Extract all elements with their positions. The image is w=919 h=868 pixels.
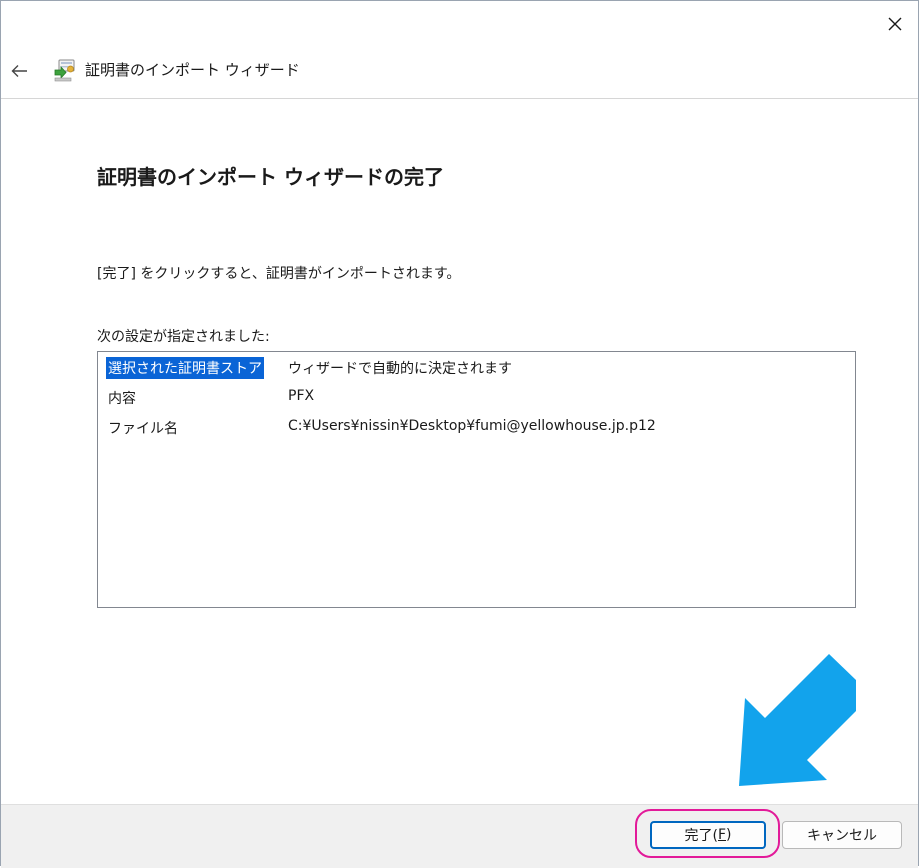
back-arrow-icon: [11, 65, 27, 77]
button-bar: 完了(F) キャンセル: [1, 804, 918, 868]
finish-label-close: ): [726, 827, 732, 843]
page-title: 証明書のインポート ウィザードの完了: [97, 165, 444, 189]
settings-label: 次の設定が指定されました:: [97, 329, 270, 345]
wizard-title: 証明書のインポート ウィザード: [85, 61, 300, 79]
certificate-wizard-icon: [54, 59, 75, 82]
wizard-window: 証明書のインポート ウィザード 証明書のインポート ウィザードの完了 [完了] …: [0, 0, 919, 868]
list-item[interactable]: ファイル名 C:¥Users¥nissin¥Desktop¥fumi@yello…: [98, 414, 855, 442]
finish-button[interactable]: 完了(F): [650, 821, 766, 849]
back-button[interactable]: [7, 58, 33, 84]
cancel-button[interactable]: キャンセル: [782, 821, 902, 849]
title-bar: [1, 1, 918, 47]
header-divider: [1, 98, 918, 99]
instruction-text: [完了] をクリックすると、証明書がインポートされます。: [97, 266, 461, 282]
setting-key: 内容: [108, 391, 136, 407]
setting-value: ウィザードで自動的に決定されます: [288, 361, 512, 377]
list-item[interactable]: 選択された証明書ストア ウィザードで自動的に決定されます: [98, 354, 855, 382]
setting-key: 選択された証明書ストア: [106, 357, 264, 379]
list-item[interactable]: 内容 PFX: [98, 384, 855, 412]
setting-value: PFX: [288, 388, 315, 404]
finish-accelerator: F: [717, 827, 727, 843]
close-button[interactable]: [872, 1, 918, 47]
settings-list[interactable]: 選択された証明書ストア ウィザードで自動的に決定されます 内容 PFX ファイル…: [97, 351, 856, 608]
finish-label: 完了(: [684, 828, 718, 844]
navigation-bar: 証明書のインポート ウィザード: [1, 47, 918, 97]
close-icon: [888, 17, 902, 31]
setting-key: ファイル名: [108, 421, 178, 437]
setting-value: C:¥Users¥nissin¥Desktop¥fumi@yellowhouse…: [288, 418, 656, 434]
